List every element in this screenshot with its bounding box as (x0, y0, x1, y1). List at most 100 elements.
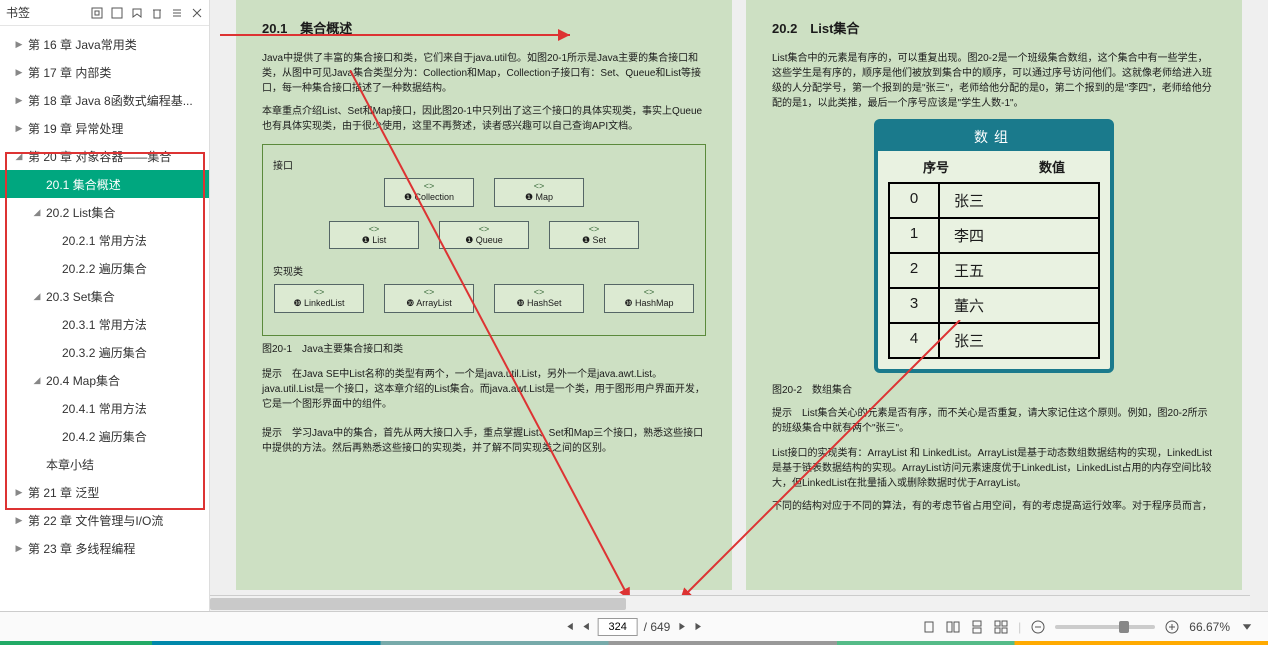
zoom-in-icon[interactable] (1165, 620, 1179, 634)
expand-toggle-icon[interactable]: ◢ (32, 207, 42, 218)
bookmark-label: 本章小结 (46, 456, 94, 473)
bookmark-label: 20.4.1 常用方法 (62, 400, 147, 417)
continuous-two-page-icon[interactable] (994, 620, 1008, 634)
document-viewer: 20.1 集合概述 Java中提供了丰富的集合接口和类，它们来自于java.ut… (210, 0, 1268, 611)
bookmark-item[interactable]: 20.3.2 遍历集合 (0, 338, 209, 366)
page-right: 20.2 List集合 List集合中的元素是有序的，可以重复出现。图20-2是… (746, 0, 1242, 590)
uml-diagram: 接口 <>❶ Collection<>❶ Map <>❶ List<>❶ Que… (262, 144, 706, 336)
bookmark-label: 20.3.2 遍历集合 (62, 344, 147, 361)
page-total: / 649 (644, 620, 671, 634)
status-bar: / 649 | 66.67% (0, 611, 1268, 641)
bookmark-item[interactable]: 20.3.1 常用方法 (0, 310, 209, 338)
bookmark-label: 20.4 Map集合 (46, 372, 120, 389)
tip-paragraph: 提示 在Java SE中List名称的类型有两个，一个是java.util.Li… (262, 367, 706, 412)
bookmark-label: 第 16 章 Java常用类 (28, 36, 137, 53)
bookmark-label: 第 19 章 异常处理 (28, 120, 123, 137)
bookmark-item[interactable]: 20.2.1 常用方法 (0, 226, 209, 254)
expand-toggle-icon[interactable]: ◢ (32, 291, 42, 302)
bookmark-item[interactable]: 20.4.1 常用方法 (0, 394, 209, 422)
uml-box: <>❶ List (329, 221, 419, 250)
prev-page-icon[interactable] (581, 621, 592, 632)
bookmark-label: 第 18 章 Java 8函数式编程基... (28, 92, 193, 109)
page-number-input[interactable] (598, 618, 638, 636)
bookmark-label: 第 23 章 多线程编程 (28, 540, 135, 557)
expand-toggle-icon[interactable]: ▶ (14, 123, 24, 134)
figure-caption: 图20-1 Java主要集合接口和类 (262, 342, 706, 357)
expand-toggle-icon[interactable]: ◢ (14, 151, 24, 162)
bookmark-tree: ▶ 第 16 章 Java常用类 ▶ 第 17 章 内部类 ▶ 第 18 章 Java 8… (0, 26, 209, 611)
bookmark-item[interactable]: ▶ 第 16 章 Java常用类 (0, 30, 209, 58)
expand-toggle-icon[interactable]: ▶ (14, 515, 24, 526)
single-page-view-icon[interactable] (922, 620, 936, 634)
bookmark-label: 第 22 章 文件管理与I/O流 (28, 512, 163, 529)
table-row: 1李四 (890, 217, 1098, 252)
table-row: 2王五 (890, 252, 1098, 287)
expand-toggle-icon[interactable]: ◢ (32, 375, 42, 386)
uml-box: <>❶ Map (494, 178, 584, 207)
bookmark-label: 20.2 List集合 (46, 204, 115, 221)
horizontal-scrollbar[interactable] (210, 595, 1250, 611)
expand-toggle-icon[interactable]: ▶ (14, 543, 24, 554)
bookmark-label: 第 17 章 内部类 (28, 64, 111, 81)
uml-box: <>❿ LinkedList (274, 284, 364, 313)
continuous-view-icon[interactable] (970, 620, 984, 634)
last-page-icon[interactable] (693, 621, 704, 632)
zoom-slider[interactable] (1055, 625, 1155, 629)
first-page-icon[interactable] (564, 621, 575, 632)
bookmark-item[interactable]: 20.1 集合概述 (0, 170, 209, 198)
paragraph: Java中提供了丰富的集合接口和类，它们来自于java.util包。如图20-1… (262, 51, 706, 96)
bookmark-item[interactable]: ▶ 第 17 章 内部类 (0, 58, 209, 86)
section-heading: 20.2 List集合 (772, 18, 1216, 37)
next-page-icon[interactable] (676, 621, 687, 632)
table-row: 0张三 (890, 184, 1098, 217)
bookmark-label: 20.2.1 常用方法 (62, 232, 147, 249)
expand-toggle-icon[interactable]: ▶ (14, 39, 24, 50)
bookmark-item[interactable]: ◢ 20.2 List集合 (0, 198, 209, 226)
taskbar-strip (0, 641, 1268, 645)
bookmark-label: 20.4.2 遍历集合 (62, 428, 147, 445)
uml-box: <>❿ HashSet (494, 284, 584, 313)
bookmark-label: 第 21 章 泛型 (28, 484, 99, 501)
paragraph: List接口的实现类有：ArrayList 和 LinkedList。Array… (772, 446, 1216, 491)
sidebar-title: 书签 (6, 4, 30, 21)
table-row: 4张三 (890, 322, 1098, 357)
expand-toggle-icon[interactable]: ▶ (14, 67, 24, 78)
collapse-icon[interactable] (111, 7, 123, 19)
bookmark-item[interactable]: ◢ 20.3 Set集合 (0, 282, 209, 310)
bookmark-item[interactable]: ▶ 第 21 章 泛型 (0, 478, 209, 506)
paragraph: 不同的结构对应于不同的算法，有的考虑节省占用空间，有的考虑提高运行效率。对于程序… (772, 499, 1216, 514)
expand-toggle-icon[interactable]: ▶ (14, 487, 24, 498)
two-page-view-icon[interactable] (946, 620, 960, 634)
bookmark-label: 20.3 Set集合 (46, 288, 115, 305)
bookmark-item[interactable]: 本章小结 (0, 450, 209, 478)
bookmark-item[interactable]: ▶ 第 22 章 文件管理与I/O流 (0, 506, 209, 534)
bookmark-item[interactable]: ▶ 第 23 章 多线程编程 (0, 534, 209, 562)
bookmark-item[interactable]: 20.4.2 遍历集合 (0, 422, 209, 450)
tip-paragraph: 提示 学习Java中的集合，首先从两大接口入手，重点掌握List、Set和Map… (262, 426, 706, 456)
bookmarks-sidebar: 书签 ▶ 第 16 章 Java常用类 ▶ 第 17 章 内部类 ▶ 第 18 章 Jav… (0, 0, 210, 611)
uml-box: <>❶ Set (549, 221, 639, 250)
uml-box: <>❿ ArrayList (384, 284, 474, 313)
new-bookmark-icon[interactable] (131, 7, 143, 19)
bookmark-item[interactable]: ▶ 第 19 章 异常处理 (0, 114, 209, 142)
figure-caption: 图20-2 数组集合 (772, 383, 1216, 398)
expand-toggle-icon[interactable]: ▶ (14, 95, 24, 106)
settings-icon[interactable] (171, 7, 183, 19)
zoom-dropdown-icon[interactable] (1240, 620, 1254, 634)
bookmark-item[interactable]: ▶ 第 18 章 Java 8函数式编程基... (0, 86, 209, 114)
expand-icon[interactable] (91, 7, 103, 19)
bookmark-item[interactable]: ◢第 20 章 对象容器——集合 (0, 142, 209, 170)
bookmark-item[interactable]: ◢ 20.4 Map集合 (0, 366, 209, 394)
uml-box: <>❶ Queue (439, 221, 529, 250)
bookmark-label: 20.1 集合概述 (46, 176, 121, 193)
zoom-percent: 66.67% (1189, 620, 1230, 634)
paragraph: List集合中的元素是有序的，可以重复出现。图20-2是一个班级集合数组，这个集… (772, 51, 1216, 111)
bookmark-item[interactable]: 20.2.2 遍历集合 (0, 254, 209, 282)
page-left: 20.1 集合概述 Java中提供了丰富的集合接口和类，它们来自于java.ut… (236, 0, 732, 590)
close-icon[interactable] (191, 7, 203, 19)
section-heading: 20.1 集合概述 (262, 18, 706, 37)
zoom-out-icon[interactable] (1031, 620, 1045, 634)
table-row: 3董六 (890, 287, 1098, 322)
delete-bookmark-icon[interactable] (151, 7, 163, 19)
uml-box: <>❶ Collection (384, 178, 474, 207)
